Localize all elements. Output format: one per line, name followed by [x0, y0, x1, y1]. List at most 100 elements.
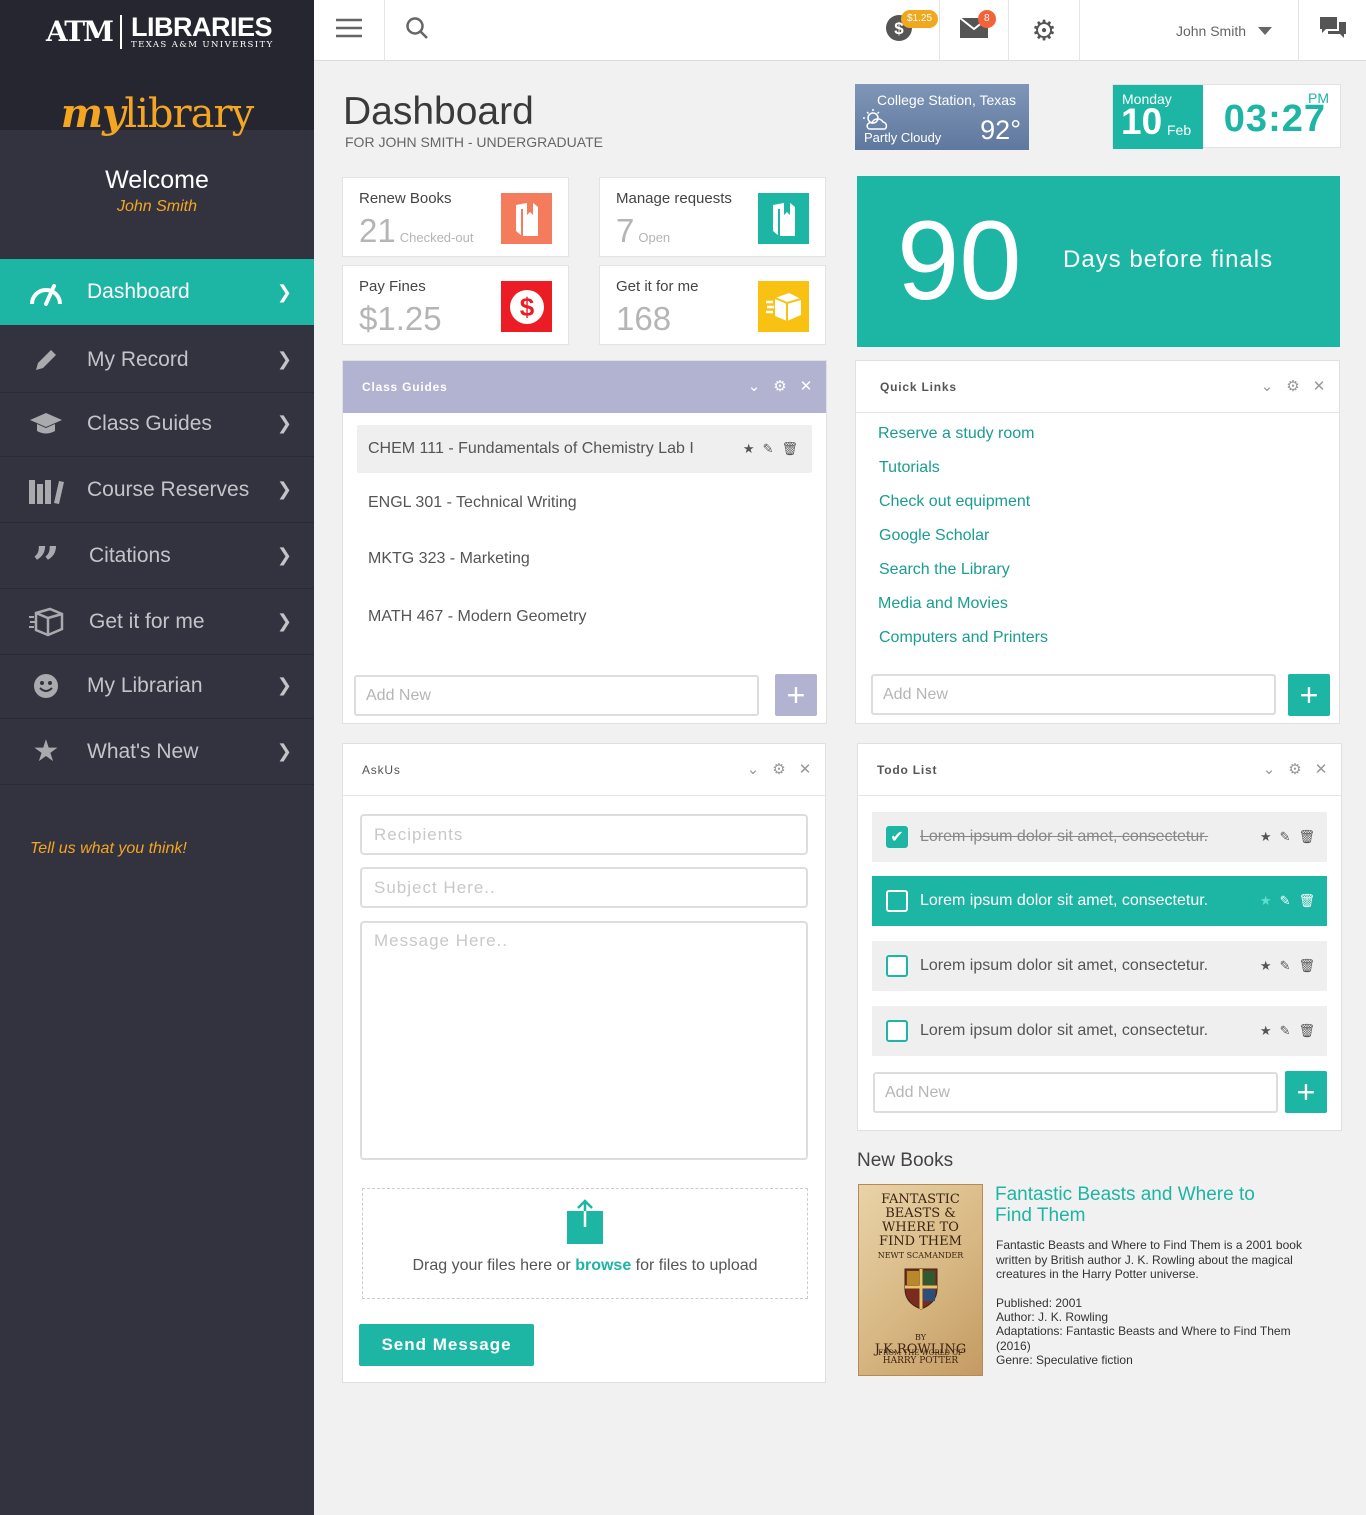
- todo-checkbox[interactable]: [886, 890, 908, 912]
- pay-fines-card[interactable]: Pay Fines $1.25 $: [342, 265, 569, 345]
- star-icon[interactable]: ★: [743, 441, 755, 457]
- logo-university-text: TEXAS A&M UNIVERSITY: [131, 40, 274, 50]
- close-icon[interactable]: ✕: [798, 377, 814, 395]
- tamu-libraries-logo[interactable]: ATM LIBRARIES TEXAS A&M UNIVERSITY: [46, 14, 274, 51]
- pencil-icon[interactable]: ✎: [1280, 893, 1291, 909]
- settings-button[interactable]: ⚙: [1009, 0, 1079, 61]
- chevron-right-icon: ❯: [276, 741, 292, 761]
- pencil-icon[interactable]: ✎: [763, 441, 774, 457]
- class-guide-item[interactable]: ENGL 301 - Technical Writing: [357, 479, 812, 527]
- close-icon[interactable]: ✕: [1313, 760, 1329, 778]
- quick-link[interactable]: Google Scholar: [879, 527, 989, 545]
- trash-icon[interactable]: 🗑: [1298, 829, 1315, 845]
- star-icon[interactable]: ★: [1260, 1023, 1272, 1039]
- todo-checkbox[interactable]: ✔: [886, 826, 908, 848]
- sidebar-item-my-record[interactable]: My Record ❯: [0, 327, 314, 393]
- page-subtitle: FOR JOHN SMITH - UNDERGRADUATE: [345, 134, 603, 150]
- sidebar-item-citations[interactable]: ” Citations ❯: [0, 523, 314, 589]
- caret-down-icon: [1258, 22, 1273, 40]
- messages-button[interactable]: 8: [940, 0, 1008, 61]
- chevron-right-icon: ❯: [276, 611, 292, 631]
- book-cover-image[interactable]: FANTASTIC BEASTS & WHERE TO FIND THEM NEWT …: [858, 1184, 983, 1376]
- manage-requests-card[interactable]: Manage requests 7 Open: [599, 177, 826, 257]
- trash-icon[interactable]: 🗑: [781, 441, 798, 457]
- todo-item[interactable]: Lorem ipsum dolor sit amet, consectetur.…: [872, 941, 1327, 991]
- user-menu[interactable]: John Smith: [1080, 0, 1298, 61]
- plus-icon: +: [1296, 1073, 1316, 1110]
- get-it-for-me-card[interactable]: Get it for me 168: [599, 265, 826, 345]
- todo-add-input[interactable]: [873, 1072, 1278, 1113]
- quick-link[interactable]: Search the Library: [879, 561, 1010, 579]
- quick-link[interactable]: Check out equipment: [879, 493, 1030, 511]
- subject-field[interactable]: [360, 867, 808, 908]
- message-field[interactable]: [360, 921, 808, 1160]
- sidebar-item-label: Get it for me: [89, 609, 205, 633]
- chevron-down-icon[interactable]: ⌄: [745, 760, 761, 778]
- sidebar-item-get-it-for-me[interactable]: Get it for me ❯: [0, 589, 314, 655]
- trash-icon[interactable]: 🗑: [1298, 958, 1315, 974]
- gear-icon[interactable]: ⚙: [771, 760, 787, 778]
- quick-links-add-input[interactable]: [871, 674, 1276, 715]
- close-icon[interactable]: ✕: [1311, 377, 1327, 395]
- sidebar-item-course-reserves[interactable]: Course Reserves ❯: [0, 457, 314, 523]
- trash-icon[interactable]: 🗑: [1298, 893, 1315, 909]
- renew-books-card[interactable]: Renew Books 21 Checked-out: [342, 177, 569, 257]
- browse-link[interactable]: browse: [575, 1257, 631, 1274]
- sidebar-item-my-librarian[interactable]: My Librarian ❯: [0, 653, 314, 719]
- quick-link[interactable]: Media and Movies: [878, 595, 1008, 613]
- quick-link[interactable]: Reserve a study room: [878, 425, 1035, 443]
- gear-icon[interactable]: ⚙: [772, 377, 788, 395]
- svg-text:$: $: [519, 292, 534, 322]
- trash-icon[interactable]: 🗑: [1298, 1023, 1315, 1039]
- book-title-link[interactable]: Fantastic Beasts and Where to Find Them: [995, 1184, 1255, 1226]
- quick-links-add-button[interactable]: +: [1288, 674, 1330, 716]
- recipients-field[interactable]: [360, 814, 808, 855]
- star-icon[interactable]: ★: [1260, 893, 1272, 909]
- stat-value: 7: [616, 212, 635, 249]
- pencil-icon[interactable]: ✎: [1280, 829, 1291, 845]
- fines-button[interactable]: $ $1.25: [859, 0, 939, 61]
- sidebar-item-whats-new[interactable]: ★ What's New ❯: [0, 719, 314, 785]
- sidebar-item-label: Class Guides: [87, 411, 212, 435]
- todo-checkbox[interactable]: [886, 955, 908, 977]
- todo-text: Lorem ipsum dolor sit amet, consectetur.: [920, 892, 1209, 909]
- file-dropzone[interactable]: Drag your files here or browse for files…: [362, 1188, 808, 1299]
- sidebar-item-class-guides[interactable]: Class Guides ❯: [0, 391, 314, 457]
- todo-item[interactable]: Lorem ipsum dolor sit amet, consectetur.…: [872, 876, 1327, 926]
- pencil-icon[interactable]: ✎: [1280, 1023, 1291, 1039]
- class-guide-item[interactable]: MATH 467 - Modern Geometry: [357, 593, 812, 641]
- pencil-icon[interactable]: ✎: [1280, 958, 1291, 974]
- star-icon[interactable]: ★: [1260, 829, 1272, 845]
- todo-add-button[interactable]: +: [1285, 1071, 1327, 1113]
- class-guide-item[interactable]: CHEM 111 - Fundamentals of Chemistry Lab…: [357, 425, 812, 473]
- search-button[interactable]: [385, 0, 449, 61]
- send-message-button[interactable]: Send Message: [359, 1324, 534, 1366]
- chevron-down-icon[interactable]: ⌄: [746, 377, 762, 395]
- class-guides-add-button[interactable]: +: [775, 674, 817, 716]
- close-icon[interactable]: ✕: [797, 760, 813, 778]
- package-icon: [28, 604, 64, 640]
- panel-title: AskUs: [362, 763, 401, 777]
- chevron-down-icon[interactable]: ⌄: [1259, 377, 1275, 395]
- class-guide-item[interactable]: MKTG 323 - Marketing: [357, 535, 812, 583]
- todo-item[interactable]: ✔ Lorem ipsum dolor sit amet, consectetu…: [872, 812, 1327, 862]
- chevron-down-icon[interactable]: ⌄: [1261, 760, 1277, 778]
- logo-mark: ATM: [46, 15, 123, 49]
- class-guides-add-input[interactable]: [354, 675, 759, 716]
- gear-icon[interactable]: ⚙: [1285, 377, 1301, 395]
- todo-item[interactable]: Lorem ipsum dolor sit amet, consectetur.…: [872, 1006, 1327, 1056]
- todo-checkbox[interactable]: [886, 1020, 908, 1042]
- quick-link[interactable]: Computers and Printers: [879, 629, 1048, 647]
- sidebar-item-dashboard[interactable]: Dashboard ❯: [0, 259, 314, 325]
- clock-date: 10: [1121, 101, 1163, 142]
- weather-widget: College Station, Texas Partly Cloudy 92°: [855, 84, 1029, 150]
- quick-link[interactable]: Tutorials: [879, 459, 940, 477]
- chat-button[interactable]: [1299, 0, 1366, 61]
- gear-icon[interactable]: ⚙: [1287, 760, 1303, 778]
- star-icon[interactable]: ★: [1260, 958, 1272, 974]
- book-adaptations: Adaptations: Fantastic Beasts and Where …: [996, 1324, 1291, 1353]
- menu-button[interactable]: [314, 0, 384, 61]
- feedback-link[interactable]: Tell us what you think!: [30, 840, 187, 858]
- panel-header: Todo List ⌄ ⚙ ✕: [858, 744, 1341, 796]
- book-icon: [501, 193, 552, 244]
